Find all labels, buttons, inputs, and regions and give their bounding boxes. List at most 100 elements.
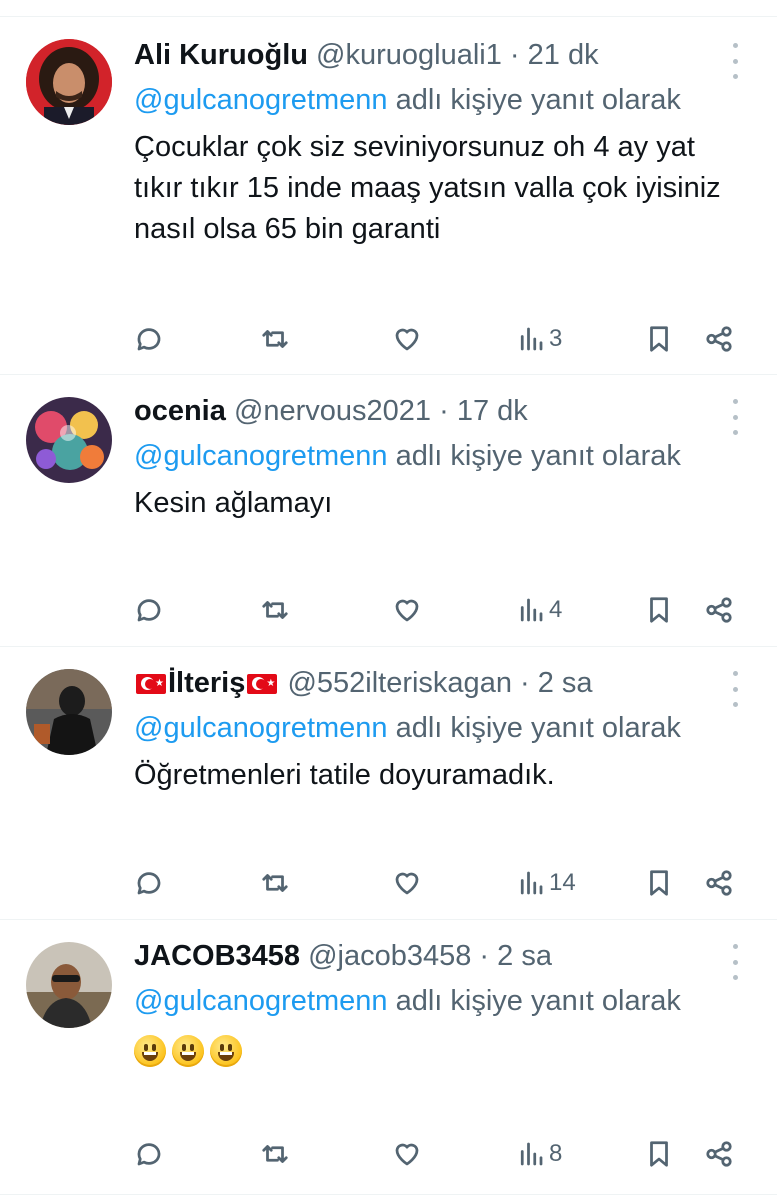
avatar[interactable] [26,669,112,755]
reply-context: @gulcanogretmenn adlı kişiye yanıt olara… [134,435,737,477]
reply-context: @gulcanogretmenn adlı kişiye yanıt olara… [134,79,737,121]
share-button[interactable] [704,590,734,630]
views-count: 4 [549,596,563,623]
retweet-button[interactable] [260,1134,290,1174]
reply-tweet[interactable]: JACOB3458 @jacob3458 · 2 sa @gulcanogret… [0,920,777,1195]
reply-tweet[interactable]: ocenia @nervous2021 · 17 dk @gulcanogret… [0,375,777,647]
action-bar: 3 [134,319,737,359]
display-name[interactable]: ★ İlteriş ★ [134,667,279,699]
action-bar: 4 [134,590,737,630]
tweet-text [134,1030,737,1071]
retweet-icon [262,601,288,619]
timestamp[interactable]: 2 sa [538,667,593,699]
tweet-header: JACOB3458 @jacob3458 · 2 sa [134,938,737,974]
share-button[interactable] [704,863,734,903]
reply-context-text: adlı kişiye yanıt olarak [387,985,681,1017]
like-button[interactable] [392,1134,422,1174]
like-icon [395,328,419,351]
reply-context-text: adlı kişiye yanıt olarak [387,440,681,472]
reply-tweet[interactable]: Ali Kuruoğlu @kuruogluali1 · 21 dk @gulc… [0,17,777,375]
tweet-header: ocenia @nervous2021 · 17 dk [134,393,737,429]
views-icon [520,871,543,895]
views-button[interactable]: 8 [516,1134,562,1174]
separator-dot: · [501,39,528,71]
user-handle[interactable]: @jacob3458 [308,940,471,972]
timestamp[interactable]: 17 dk [457,395,528,427]
retweet-button[interactable] [260,590,290,630]
mention-link[interactable]: @gulcanogretmenn [134,712,388,744]
reply-button[interactable] [134,1134,164,1174]
share-icon [706,870,732,896]
bookmark-icon [650,326,668,352]
display-name[interactable]: ocenia [134,395,226,427]
reply-context-text: adlı kişiye yanıt olarak [387,712,681,744]
share-button[interactable] [704,1134,734,1174]
reply-icon [137,599,161,622]
user-handle[interactable]: @kuruogluali1 [316,39,502,71]
separator-dot: · [471,940,498,972]
share-icon [706,597,732,623]
like-icon [395,599,419,622]
reply-icon [137,1143,161,1166]
retweet-icon [262,874,288,892]
retweet-button[interactable] [260,863,290,903]
like-icon [395,1143,419,1166]
views-count: 8 [549,1140,563,1167]
tweet-header: Ali Kuruoğlu @kuruogluali1 · 21 dk [134,37,737,73]
tweet-header: ★ İlteriş ★ @552ilteriskagan · 2 sa [134,665,737,701]
grinning-face-emoji [172,1035,204,1068]
tweet-text: Öğretmenleri tatile doyuramadık. [134,759,555,791]
avatar[interactable] [26,942,112,1028]
bookmark-button[interactable] [644,863,674,903]
bookmark-button[interactable] [644,1134,674,1174]
reply-button[interactable] [134,863,164,903]
views-button[interactable]: 4 [516,590,562,630]
views-button[interactable]: 3 [516,319,562,359]
grinning-face-emoji [210,1035,242,1068]
mention-link[interactable]: @gulcanogretmenn [134,440,388,472]
tweet-text: Çocuklar çok siz seviniyorsunuz oh 4 ay … [134,131,721,245]
timestamp[interactable]: 21 dk [528,39,599,71]
like-button[interactable] [392,319,422,359]
views-count: 3 [549,325,563,352]
reply-button[interactable] [134,319,164,359]
views-count: 14 [549,869,576,896]
separator-dot: · [431,395,457,427]
avatar[interactable] [26,397,112,483]
like-button[interactable] [392,863,422,903]
display-name[interactable]: Ali Kuruoğlu [134,39,308,71]
avatar-image [26,942,112,1028]
bookmark-button[interactable] [644,590,674,630]
views-button[interactable]: 14 [516,863,576,903]
user-handle[interactable]: @nervous2021 [234,395,431,427]
like-button[interactable] [392,590,422,630]
display-name[interactable]: JACOB3458 [134,940,300,972]
tweet-text: Kesin ağlamayı [134,487,333,519]
display-name-text: İlteriş [168,667,246,699]
timestamp[interactable]: 2 sa [497,940,552,972]
bookmark-icon [650,597,668,623]
views-icon [520,1142,543,1166]
reply-icon [137,872,161,895]
reply-context-text: adlı kişiye yanıt olarak [387,84,681,116]
bookmark-icon [650,870,668,896]
avatar-image [26,669,112,755]
reply-icon [137,328,161,351]
avatar-image [26,397,112,483]
reply-tweet[interactable]: ★ İlteriş ★ @552ilteriskagan · 2 sa @gulca… [0,647,777,920]
reply-button[interactable] [134,590,164,630]
views-icon [520,598,543,622]
mention-link[interactable]: @gulcanogretmenn [134,985,388,1017]
action-bar: 14 [134,863,737,903]
avatar[interactable] [26,39,112,125]
bookmark-button[interactable] [644,319,674,359]
mention-link[interactable]: @gulcanogretmenn [134,84,388,116]
user-handle[interactable]: @552ilteriskagan [287,667,512,699]
turkish-flag-icon: ★ [136,674,166,694]
grinning-face-emoji [134,1035,166,1068]
retweet-button[interactable] [260,319,290,359]
action-bar: 8 [134,1134,737,1174]
share-button[interactable] [704,319,734,359]
reply-context: @gulcanogretmenn adlı kişiye yanıt olara… [134,707,737,749]
like-icon [395,872,419,895]
